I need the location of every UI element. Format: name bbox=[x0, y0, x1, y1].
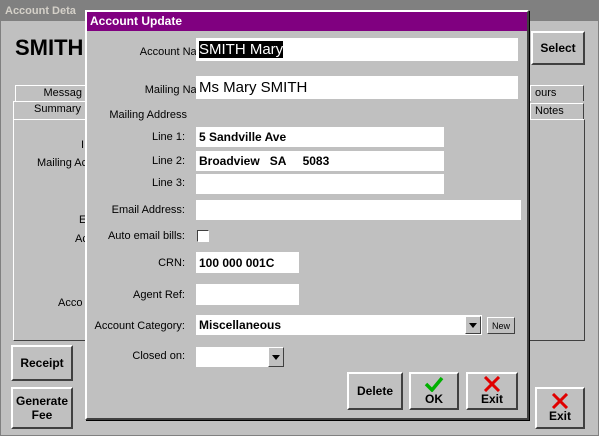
ok-button[interactable]: OK bbox=[409, 372, 459, 410]
tab-hours[interactable]: ours bbox=[530, 85, 584, 101]
tab-notes[interactable]: Notes bbox=[530, 103, 584, 119]
delete-button[interactable]: Delete bbox=[347, 372, 403, 410]
crn-label: CRN: bbox=[158, 257, 185, 269]
agent-ref-label: Agent Ref: bbox=[133, 289, 185, 301]
new-category-button[interactable]: New bbox=[487, 317, 515, 334]
account-name-field[interactable]: SMITH Mary bbox=[196, 38, 518, 61]
auto-email-checkbox[interactable] bbox=[197, 230, 209, 242]
line1-field[interactable]: 5 Sandville Ave bbox=[196, 127, 444, 147]
exit-button-bg[interactable]: Exit bbox=[535, 387, 585, 429]
chevron-down-icon bbox=[469, 322, 477, 328]
agent-ref-field[interactable] bbox=[196, 284, 299, 305]
line1-label: Line 1: bbox=[151, 131, 185, 143]
closed-on-dropdown-button[interactable] bbox=[268, 347, 284, 367]
tab-messages[interactable]: Messag bbox=[15, 85, 87, 101]
ok-label: OK bbox=[425, 392, 443, 406]
account-update-dialog: Account Update Account Name: SMITH Mary … bbox=[85, 10, 529, 420]
exit-label: Exit bbox=[548, 409, 571, 423]
account-category-label: Account Category: bbox=[94, 320, 186, 332]
closed-on-label: Closed on: bbox=[132, 350, 185, 362]
line2-field[interactable]: Broadview SA 5083 bbox=[196, 151, 444, 171]
bg-label-acco: Acco bbox=[58, 297, 83, 309]
line3-field[interactable] bbox=[196, 174, 444, 194]
email-field[interactable] bbox=[196, 200, 521, 220]
tab-summary[interactable]: Summary bbox=[13, 101, 87, 119]
check-icon bbox=[424, 376, 444, 392]
select-button[interactable]: Select bbox=[531, 31, 585, 65]
mailing-name-field[interactable]: Ms Mary SMITH bbox=[196, 76, 518, 99]
line3-label: Line 3: bbox=[151, 177, 185, 189]
bg-label-mailing: Mailing Ac bbox=[37, 157, 88, 169]
account-category-select[interactable]: Miscellaneous bbox=[196, 315, 482, 335]
dialog-title: Account Update bbox=[87, 12, 527, 31]
receipt-button[interactable]: Receipt bbox=[11, 345, 73, 381]
bg-label-1: I bbox=[81, 139, 85, 151]
generate-fee-button[interactable]: Generate Fee bbox=[11, 387, 73, 429]
crn-field[interactable]: 100 000 001C bbox=[196, 252, 299, 273]
email-label: Email Address: bbox=[111, 204, 185, 216]
mailing-address-label: Mailing Address bbox=[109, 109, 187, 121]
exit-label: Exit bbox=[480, 392, 503, 406]
exit-button[interactable]: Exit bbox=[466, 372, 518, 410]
close-icon bbox=[483, 376, 501, 392]
close-icon bbox=[551, 393, 569, 409]
chevron-down-icon bbox=[272, 354, 280, 360]
auto-email-label: Auto email bills: bbox=[107, 230, 185, 242]
line2-label: Line 2: bbox=[151, 155, 185, 167]
category-dropdown-button[interactable] bbox=[465, 316, 481, 334]
account-name-heading: SMITH bbox=[15, 35, 84, 60]
